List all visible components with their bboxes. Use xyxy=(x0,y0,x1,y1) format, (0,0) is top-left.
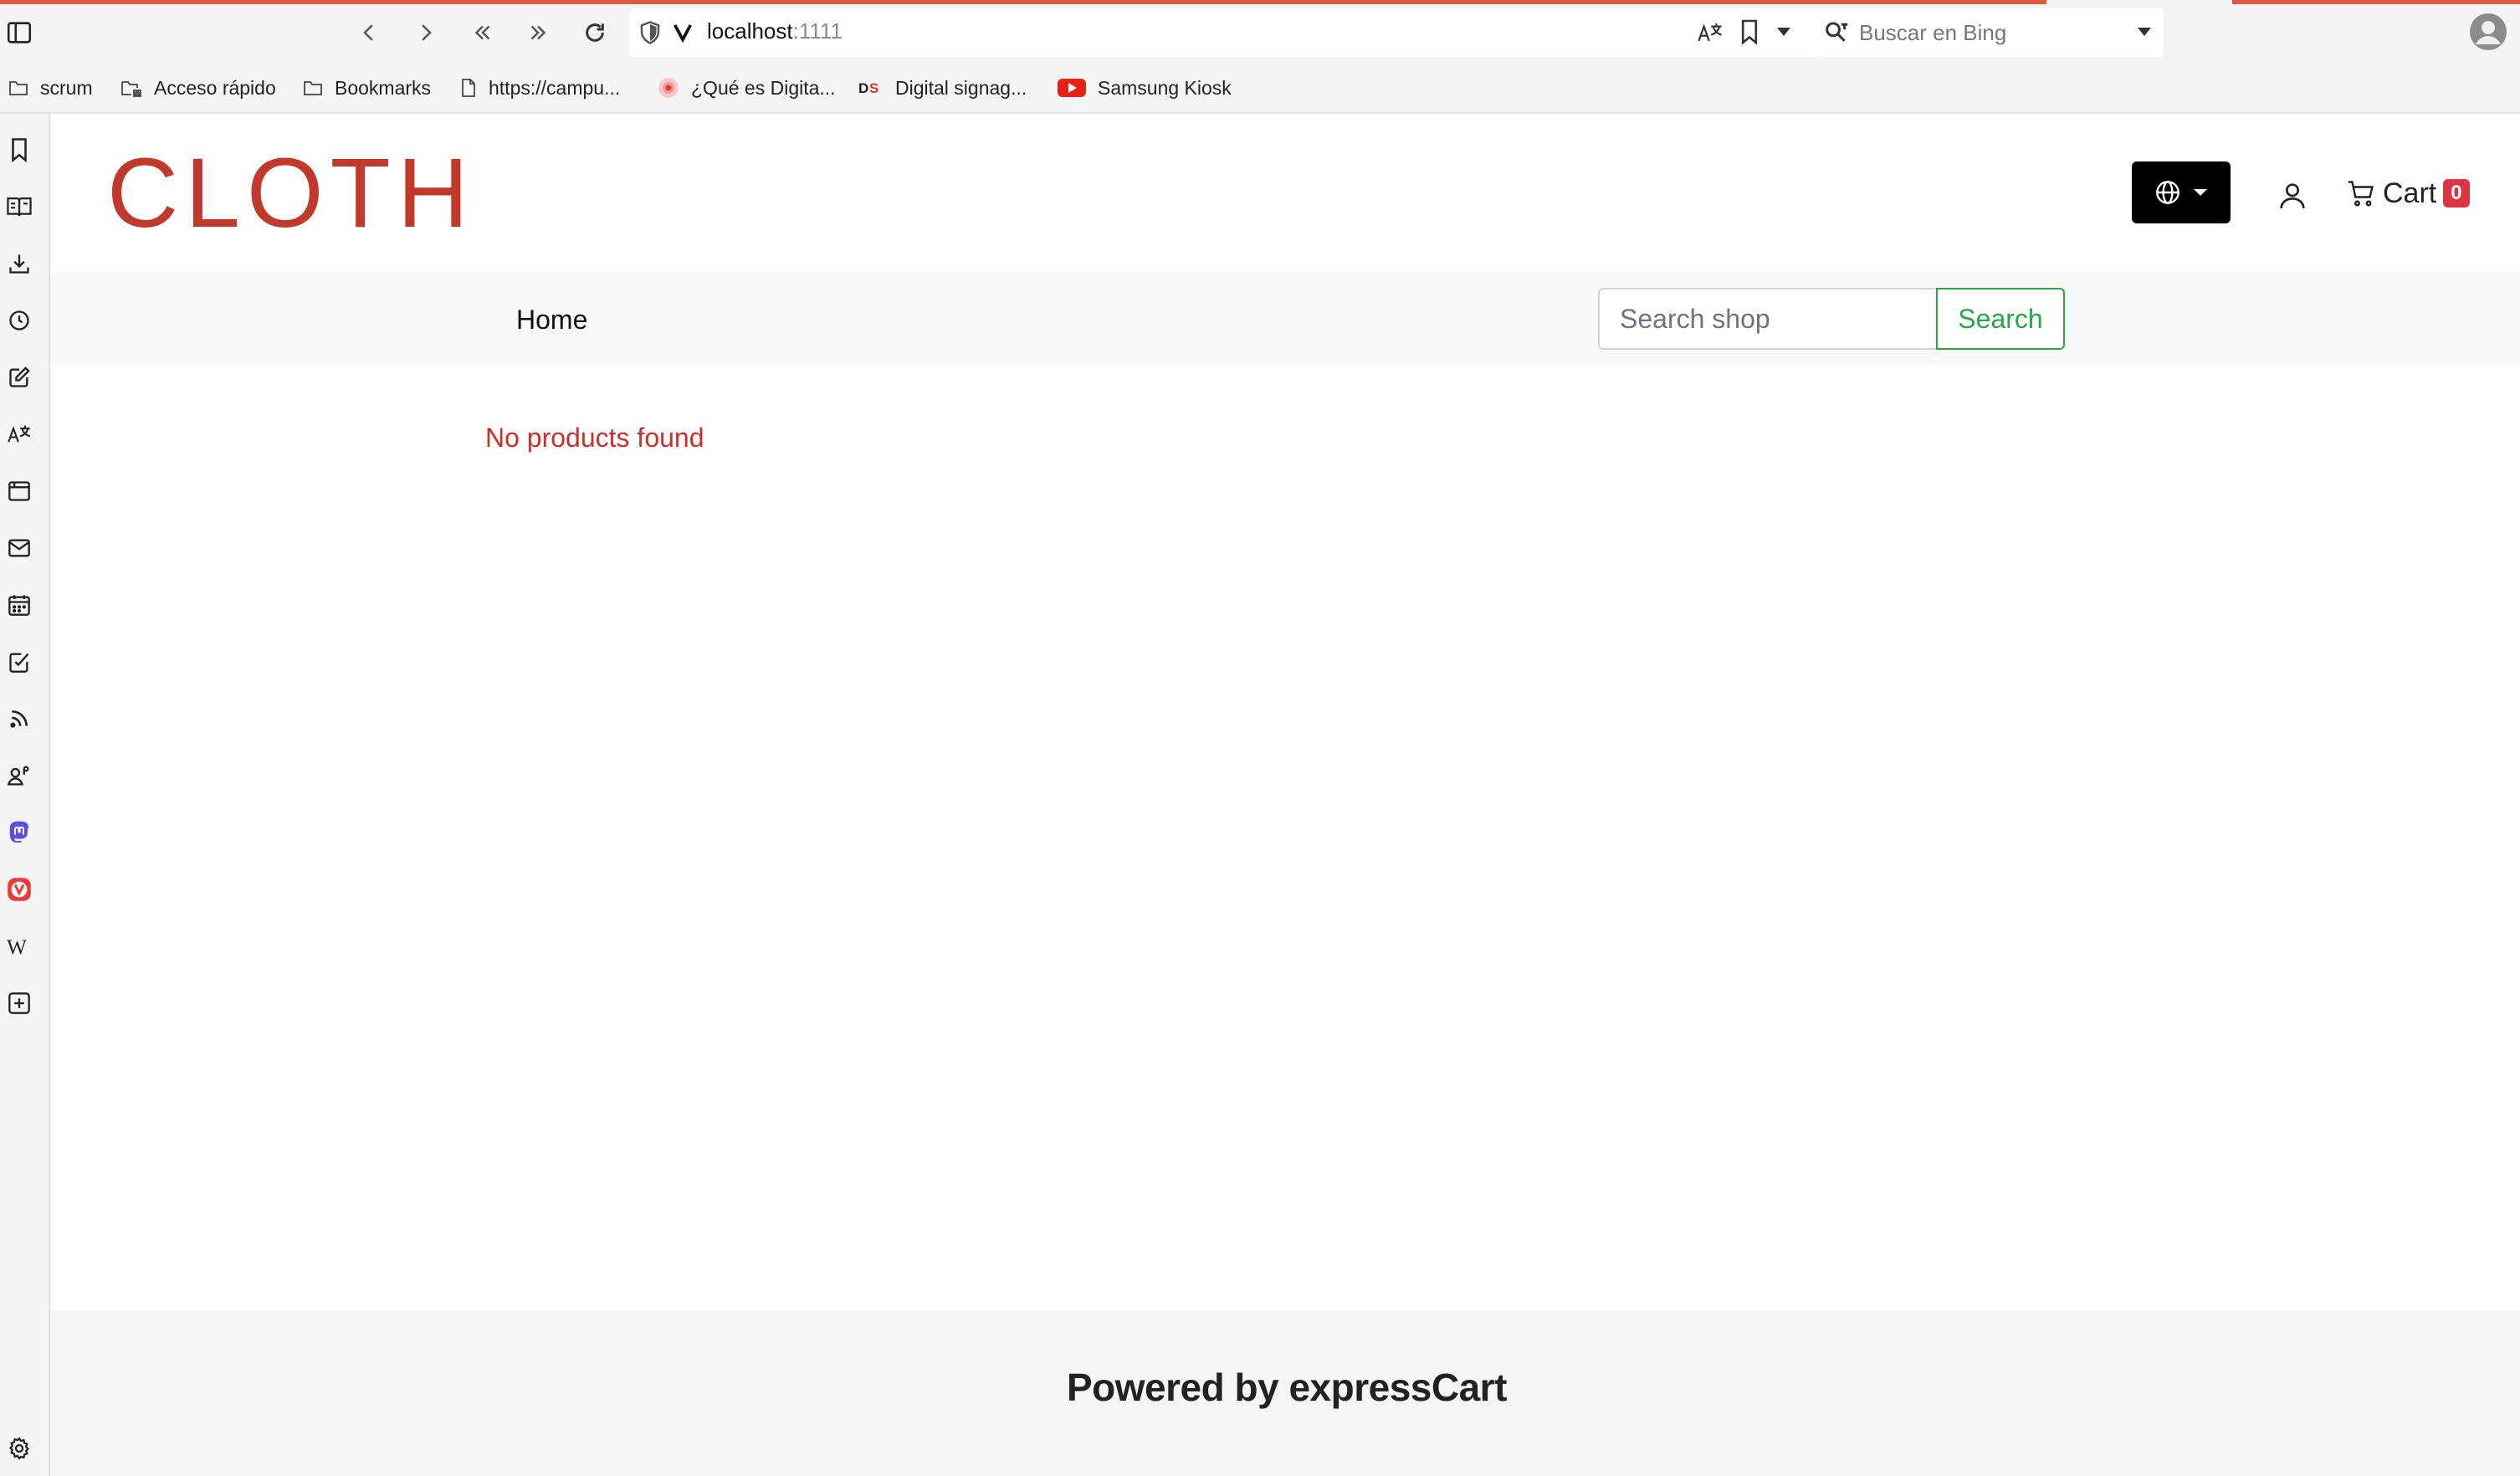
folder-icon xyxy=(304,81,322,95)
shield-icon[interactable] xyxy=(638,20,663,45)
shop-search-button[interactable]: Search xyxy=(1936,288,2065,350)
bookmark-campus[interactable]: https://campu... xyxy=(460,75,620,100)
svg-text:D: D xyxy=(858,80,868,96)
page-icon xyxy=(462,79,475,97)
add-panel-icon[interactable] xyxy=(5,989,33,1017)
cart-icon xyxy=(2348,181,2374,207)
web-search-placeholder: Buscar en Bing xyxy=(1859,20,2007,45)
shop-search-input[interactable] xyxy=(1598,288,1936,350)
translate-icon[interactable] xyxy=(5,420,33,448)
youtube-icon xyxy=(1058,79,1086,97)
mail-icon[interactable] xyxy=(5,534,33,562)
caret-down-icon xyxy=(2194,189,2207,196)
globe-icon xyxy=(2156,181,2179,204)
bookmarks-icon[interactable] xyxy=(5,136,33,164)
cart-link[interactable]: Cart 0 xyxy=(2346,174,2470,213)
cart-count-badge: 0 xyxy=(2443,179,2470,208)
bookmark-samsung-kiosk[interactable]: Samsung Kiosk xyxy=(1058,75,1232,100)
speed-dial-icon xyxy=(121,81,141,97)
tab-accent-strip-right xyxy=(2232,0,2520,4)
rewind-icon[interactable] xyxy=(464,13,502,52)
fast-forward-icon[interactable] xyxy=(519,13,557,52)
wikipedia-icon[interactable]: W xyxy=(5,932,33,961)
contacts-icon[interactable] xyxy=(5,761,33,790)
account-icon[interactable] xyxy=(2276,179,2309,213)
downloads-icon[interactable] xyxy=(5,249,33,278)
record-icon xyxy=(658,78,679,98)
profile-avatar-icon[interactable] xyxy=(2468,12,2508,52)
bookmark-bookmarks[interactable]: Bookmarks xyxy=(303,75,431,100)
sidebar-toggle-icon[interactable] xyxy=(0,13,38,52)
bookmark-page-icon[interactable] xyxy=(1739,18,1760,45)
svg-text:W: W xyxy=(7,935,27,957)
language-dropdown-button[interactable] xyxy=(2132,161,2231,223)
nav-home-link[interactable]: Home xyxy=(516,305,587,336)
translate-page-icon[interactable] xyxy=(1697,20,1724,45)
history-icon[interactable] xyxy=(5,306,33,335)
shop-logo[interactable]: CLOTH xyxy=(107,144,475,243)
notes-icon[interactable] xyxy=(5,363,33,392)
reload-icon[interactable] xyxy=(576,13,614,52)
calendar-icon[interactable] xyxy=(5,591,33,619)
reading-list-icon[interactable] xyxy=(5,192,33,221)
bookmark-digital-signage[interactable]: DS Digital signag... xyxy=(858,75,1027,100)
bookmark-que-es-digital[interactable]: ¿Qué es Digita... xyxy=(658,75,836,100)
address-dropdown-icon[interactable] xyxy=(1775,25,1792,38)
search-engine-icon[interactable] xyxy=(1824,20,1851,45)
shop-navbar xyxy=(50,273,2520,365)
feeds-icon[interactable] xyxy=(5,705,33,733)
url-text[interactable]: localhost:1111 xyxy=(707,18,843,44)
vivaldi-icon[interactable] xyxy=(5,875,33,904)
no-products-message: No products found xyxy=(485,423,704,453)
footer-text: Powered by expressCart xyxy=(1067,1366,1507,1409)
settings-icon[interactable] xyxy=(5,1434,33,1463)
forward-icon[interactable] xyxy=(407,13,445,52)
ds-logo-icon: DS xyxy=(858,80,878,96)
tasks-icon[interactable] xyxy=(5,648,33,676)
mastodon-icon[interactable] xyxy=(5,818,33,847)
tab-accent-strip xyxy=(0,0,2046,4)
window-icon[interactable] xyxy=(5,477,33,505)
search-engine-dropdown-icon[interactable] xyxy=(2136,25,2153,38)
folder-icon xyxy=(9,81,28,95)
back-icon[interactable] xyxy=(350,13,388,52)
vivaldi-site-icon xyxy=(671,20,694,44)
bookmark-scrum[interactable]: scrum xyxy=(8,75,93,100)
bookmark-acceso-rapido[interactable]: Acceso rápido xyxy=(120,75,276,100)
cart-label: Cart xyxy=(2383,177,2437,209)
svg-text:S: S xyxy=(869,80,878,96)
